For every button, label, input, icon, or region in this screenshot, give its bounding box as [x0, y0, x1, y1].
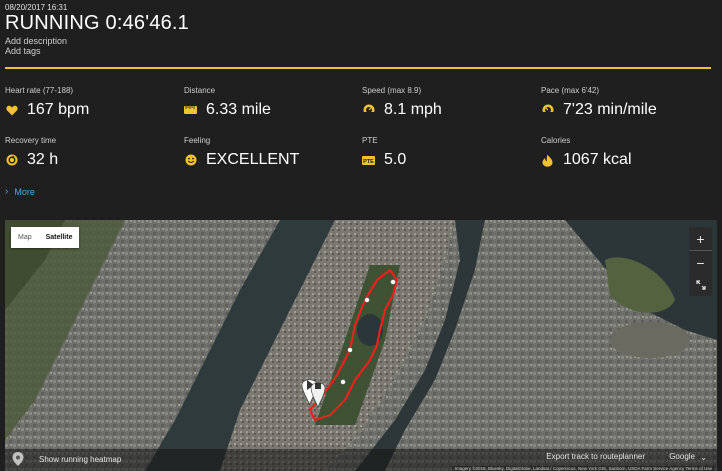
- svg-text:PTE: PTE: [363, 158, 374, 164]
- heatmap-label: Show running heatmap: [39, 454, 122, 464]
- satellite-imagery: [5, 220, 717, 471]
- map-type-satellite[interactable]: Satellite: [39, 234, 80, 241]
- stat-label: Speed (max 8.9): [362, 86, 422, 95]
- ruler-icon: [184, 104, 197, 117]
- stat-value: EXCELLENT: [206, 151, 300, 168]
- fullscreen-button[interactable]: [689, 273, 712, 296]
- map-type-map[interactable]: Map: [11, 234, 39, 241]
- add-tags-link[interactable]: Add tags: [5, 46, 41, 56]
- stat-label: Feeling: [184, 136, 211, 145]
- stat-recovery-time: Recovery time 32 h: [5, 136, 180, 169]
- stat-value: 8.1 mph: [384, 101, 442, 118]
- stat-label: Pace (max 6'42): [541, 86, 600, 95]
- heart-icon: [5, 104, 18, 117]
- more-link[interactable]: › More: [5, 186, 35, 197]
- activity-title: RUNNING 0:46'46.1: [5, 12, 189, 35]
- flame-icon: [541, 154, 554, 167]
- route-map[interactable]: Map Satellite + − Show running heatmap E…: [5, 220, 717, 471]
- add-description-link[interactable]: Add description: [5, 36, 67, 46]
- stat-speed: Speed (max 8.9) 8.1 mph: [362, 86, 537, 119]
- stat-calories: Calories 1067 kcal: [541, 136, 716, 169]
- stat-pte: PTE PTE 5.0: [362, 136, 537, 169]
- activity-timestamp: 08/20/2017 16:31: [5, 3, 68, 12]
- stat-value: 7'23 min/mile: [563, 101, 657, 118]
- stat-feeling: Feeling EXCELLENT: [184, 136, 359, 169]
- stat-value: 32 h: [27, 151, 59, 168]
- expand-icon: [695, 279, 706, 290]
- recovery-icon: [5, 154, 18, 167]
- stat-label: PTE: [362, 136, 378, 145]
- map-attribution: Imagery ©2018, Bluesky, DigitalGlobe, La…: [451, 466, 715, 471]
- more-label: More: [14, 186, 35, 197]
- stat-value: 5.0: [384, 151, 407, 168]
- stat-distance: Distance 6.33 mile: [184, 86, 359, 119]
- map-provider-logo: Google: [669, 452, 695, 461]
- heatmap-pin-icon: [12, 452, 24, 466]
- smiley-icon: [184, 154, 197, 167]
- stat-label: Recovery time: [5, 136, 57, 145]
- stat-value: 167 bpm: [27, 101, 90, 118]
- map-type-toggle: Map Satellite: [11, 227, 80, 248]
- chevron-down-icon[interactable]: ⌄: [700, 453, 707, 462]
- stat-pace: Pace (max 6'42) 7'23 min/mile: [541, 86, 716, 119]
- stat-label: Calories: [541, 136, 571, 145]
- map-footer: Show running heatmap Export track to rou…: [5, 449, 717, 471]
- header-divider: [5, 67, 711, 69]
- heatmap-toggle[interactable]: Show running heatmap: [11, 451, 121, 467]
- stat-value: 1067 kcal: [563, 151, 632, 168]
- chevron-right-icon: ›: [5, 186, 9, 197]
- pte-icon: PTE: [362, 154, 375, 167]
- activity-duration: 0:46'46.1: [105, 12, 189, 34]
- export-track-link[interactable]: Export track to routeplanner: [546, 452, 645, 461]
- zoom-control: + −: [689, 227, 712, 274]
- sport-name: RUNNING: [5, 12, 100, 34]
- stat-value: 6.33 mile: [206, 101, 271, 118]
- stat-label: Distance: [184, 86, 216, 95]
- activity-header: 08/20/2017 16:31 RUNNING 0:46'46.1 Add d…: [0, 0, 722, 70]
- stat-heart-rate: Heart rate (77-188) 167 bpm: [5, 86, 180, 119]
- zoom-out-button[interactable]: −: [689, 251, 712, 274]
- speedometer-icon: [362, 104, 375, 117]
- stat-label: Heart rate (77-188): [5, 86, 74, 95]
- zoom-in-button[interactable]: +: [689, 227, 712, 250]
- speedometer-icon: [541, 104, 554, 117]
